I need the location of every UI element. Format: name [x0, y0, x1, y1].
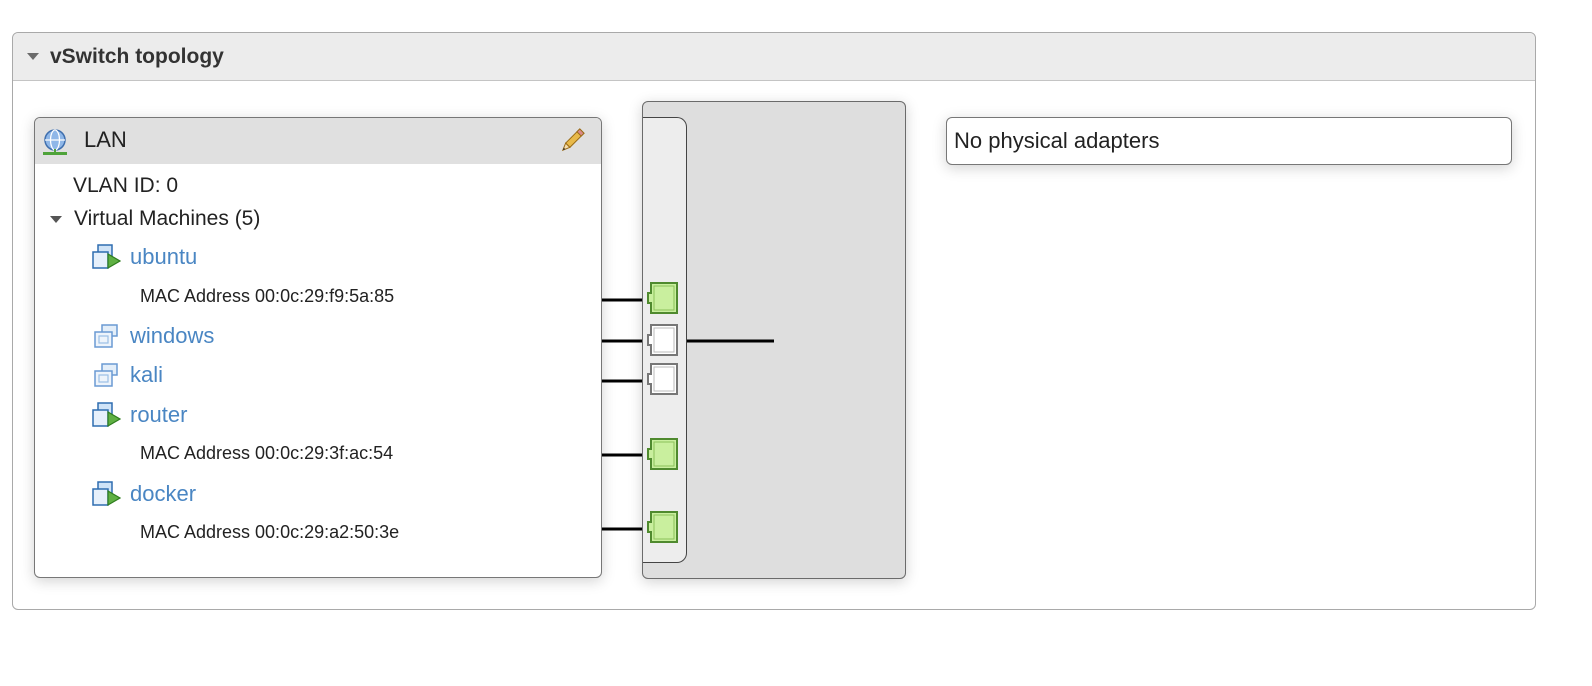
vm-item-kali: kali — [91, 360, 163, 390]
portgroup-card: LAN VLAN ID: 0 Virtual Machines (5) ubun… — [34, 117, 602, 578]
network-globe-icon — [43, 129, 67, 155]
vm-powered-off-icon — [94, 324, 118, 348]
vm-link-kali[interactable]: kali — [130, 362, 163, 388]
vm-powered-on-icon — [92, 481, 121, 507]
port-kali[interactable] — [647, 362, 681, 396]
virtual-machines-label: Virtual Machines (5) — [74, 207, 261, 230]
network-port-icon — [647, 282, 678, 314]
network-port-icon — [647, 324, 678, 356]
vm-link-windows[interactable]: windows — [130, 323, 214, 349]
vm-link-router[interactable]: router — [130, 402, 187, 428]
mac-address-docker: MAC Address 00:0c:29:a2:50:3e — [140, 522, 400, 542]
vm-link-ubuntu[interactable]: ubuntu — [130, 244, 197, 270]
vm-item-docker: docker — [91, 479, 196, 509]
portgroup-name: LAN — [84, 127, 127, 152]
vm-link-docker[interactable]: docker — [130, 481, 196, 507]
vm-powered-on-icon — [92, 402, 121, 428]
mac-address-ubuntu: MAC Address 00:0c:29:f9:5a:85 — [140, 286, 395, 306]
pencil-icon[interactable] — [557, 126, 587, 156]
vm-item-ubuntu: ubuntu — [91, 242, 197, 272]
caret-down-icon[interactable] — [50, 215, 62, 223]
vm-item-windows: windows — [91, 321, 214, 351]
physical-adapters-text: No physical adapters — [954, 128, 1160, 153]
portgroup-header: LAN — [35, 118, 601, 164]
port-docker[interactable] — [647, 510, 681, 544]
network-port-icon — [647, 363, 678, 395]
physical-adapters-card: No physical adapters — [946, 117, 1512, 165]
virtual-machines-toggle[interactable]: Virtual Machines (5) — [47, 207, 260, 231]
vlan-id: VLAN ID: 0 — [73, 174, 179, 197]
vm-item-router: router — [91, 400, 187, 430]
network-port-icon — [647, 511, 678, 543]
port-windows[interactable] — [647, 323, 681, 357]
network-port-icon — [647, 438, 678, 470]
port-router[interactable] — [647, 437, 681, 471]
mac-address-router: MAC Address 00:0c:29:3f:ac:54 — [140, 443, 394, 463]
port-ubuntu[interactable] — [647, 281, 681, 315]
vm-powered-on-icon — [92, 244, 121, 270]
vm-powered-off-icon — [94, 363, 118, 387]
